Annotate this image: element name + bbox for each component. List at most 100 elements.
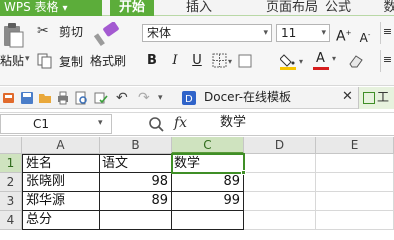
chevron-down-icon[interactable]: ▾ [98,114,110,134]
cell-c4[interactable] [171,211,244,230]
row-header-4[interactable]: 4 [0,211,22,230]
sheet-icon [363,91,375,104]
brush-icon [94,22,119,47]
font-color-letter: A [316,51,325,66]
cell-d2[interactable] [244,173,316,192]
tab-formula[interactable]: 公式 [318,0,358,16]
bold-button[interactable]: B [145,53,159,69]
column-header-c[interactable]: C [172,137,244,154]
paste-dropdown-icon[interactable]: ▾ [25,54,30,64]
cell-e1[interactable] [316,154,394,173]
row-header-1[interactable]: 1 [0,154,22,173]
align-top-icon[interactable]: ≡ [380,22,394,44]
italic-button[interactable]: I [168,53,182,69]
chevron-down-icon: ▾ [321,28,326,38]
copy-button[interactable]: 复制 [37,53,85,71]
print-icon[interactable] [56,91,70,105]
shrink-font-icon: A [359,31,368,45]
cell-b4[interactable] [99,211,172,230]
svg-text:▾: ▾ [299,57,303,66]
row-header-3[interactable]: 3 [0,192,22,211]
app-menu-button[interactable]: WPS 表格 ▾ [0,0,102,16]
clipboard-icon [4,23,24,48]
cell-d1[interactable] [244,154,316,173]
font-name-select[interactable]: 宋体 ▾ [142,24,272,42]
svg-text:▾: ▾ [228,57,232,66]
print-preview-icon[interactable] [74,91,88,105]
copy-label: 复制 [59,55,84,69]
paint-bucket-icon: ▾ [279,54,303,70]
close-icon[interactable]: ✕ [342,87,356,109]
font-size-select[interactable]: 11 ▾ [276,24,330,42]
customize-dropdown-icon[interactable]: ▾ [158,93,168,105]
eraser-button[interactable] [346,52,366,70]
docer-template-tab[interactable]: Docer-在线模板 [180,87,358,109]
tab-insert[interactable]: 插入 [184,0,214,16]
align-left-icon[interactable]: ≡ [380,50,394,72]
active-cell-selection[interactable] [171,153,245,174]
cell-e4[interactable] [316,211,394,230]
workbook-tab-label: 工 [377,90,390,104]
home-icon[interactable] [2,91,16,105]
column-header-b[interactable]: B [100,137,172,154]
grow-font-icon: A [336,28,346,45]
search-icon[interactable] [148,114,166,134]
select-all-corner[interactable] [0,137,22,154]
paste-button[interactable] [0,22,24,50]
undo-icon[interactable]: ↶ [116,90,130,106]
cell-c2[interactable]: 89 [171,173,244,192]
font-name-value: 宋体 [147,26,172,40]
cell-e3[interactable] [316,192,394,211]
docer-tab-label: Docer-在线模板 [204,90,292,104]
spellcheck-icon[interactable] [94,91,108,105]
insert-function-icon[interactable]: fx [174,113,194,133]
tab-page-layout[interactable]: 页面布局 [262,0,322,16]
cell-a2[interactable]: 张晓刚 [22,173,100,192]
fill-color-button[interactable]: ▾ [279,51,308,71]
merge-icon [238,54,252,68]
column-header-a[interactable]: A [22,137,100,154]
cell-a4[interactable]: 总分 [22,211,100,230]
cell-a3[interactable]: 郑华源 [22,192,100,211]
workbook-tab[interactable]: 工 [358,87,394,109]
cell-d3[interactable] [244,192,316,211]
underline-button[interactable]: U [190,53,204,69]
eraser-icon [349,55,363,68]
chevron-down-icon: ▾ [332,54,337,63]
cell-b1[interactable]: 语文 [99,154,172,173]
row-header-2[interactable]: 2 [0,173,22,192]
shrink-font-button[interactable]: A- [358,27,372,46]
format-painter-button[interactable]: 格式刷 [90,22,128,74]
save-icon[interactable] [20,91,34,105]
border-grid-icon: ▾ [212,53,232,68]
cell-b3[interactable]: 89 [99,192,172,211]
borders-button[interactable]: ▾ [212,52,234,70]
open-folder-icon[interactable] [38,91,52,105]
chevron-down-icon: ▾ [263,28,268,38]
fill-handle[interactable] [241,170,246,175]
grow-font-button[interactable]: A+ [336,25,351,45]
tab-data[interactable]: 数 [380,0,394,16]
cut-button[interactable]: ✂ 剪切 [37,23,85,41]
font-color-swatch [313,67,329,70]
cell-d4[interactable] [244,211,316,230]
cell-e2[interactable] [316,173,394,192]
chevron-down-icon: ▾ [62,3,68,14]
column-header-d[interactable]: D [244,137,316,154]
cell-c3[interactable]: 99 [171,192,244,211]
font-size-value: 11 [281,26,297,40]
cell-b2[interactable]: 98 [99,173,172,192]
name-box[interactable]: C1 [0,114,112,134]
cell-a1[interactable]: 姓名 [22,154,100,173]
column-header-e[interactable]: E [316,137,394,154]
scissors-icon: ✂ [37,23,49,39]
app-name: WPS 表格 [4,0,59,14]
font-color-button[interactable]: A ▾ [313,51,341,71]
paste-label: 粘贴 [0,54,25,68]
tab-home[interactable]: 开始 [110,0,154,16]
formula-input[interactable]: 数学 [212,114,394,134]
format-painter-label: 格式刷 [90,54,127,68]
merge-cells-button[interactable] [238,52,252,70]
copy-icon [37,53,52,69]
redo-icon[interactable]: ↷ [138,90,152,106]
